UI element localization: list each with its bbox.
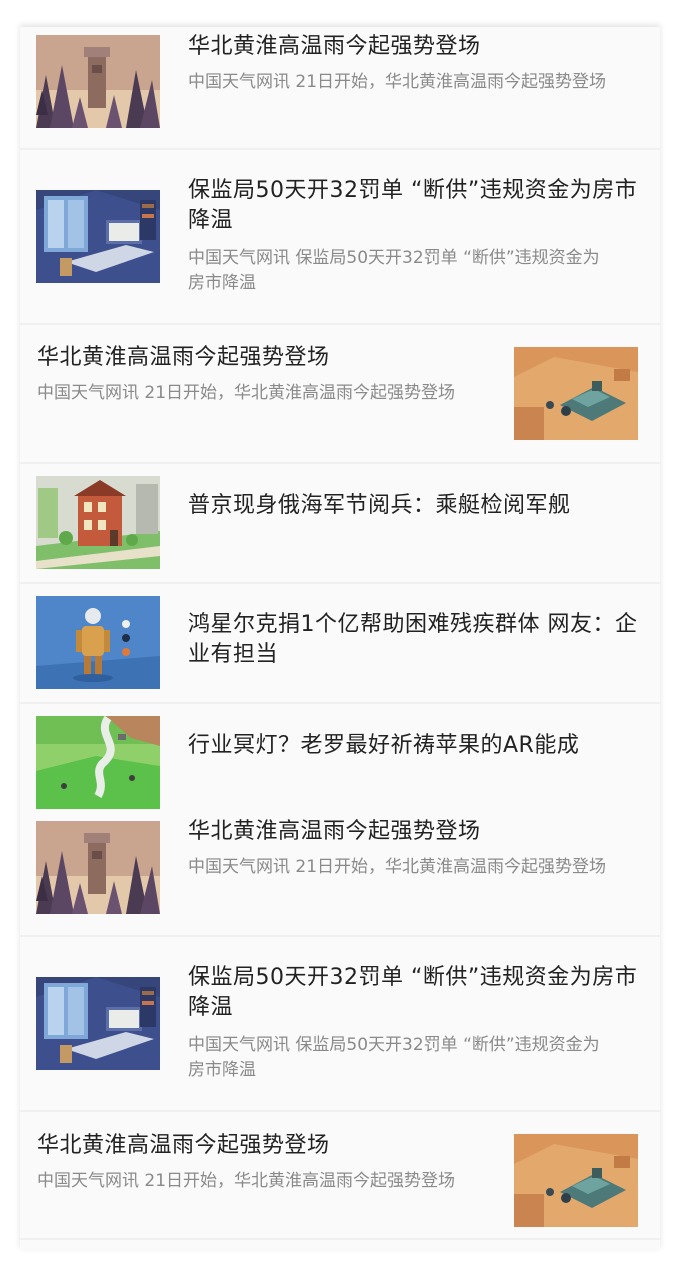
news-title: 鸿星尔克捐1个亿帮助困难残疾群体 网友：企业有担当 [188, 612, 638, 667]
news-title: 华北黄淮高温雨今起强势登场 [188, 819, 481, 844]
green-hills-tornado-image [36, 716, 160, 809]
forest-tower-image [36, 35, 160, 128]
news-feed[interactable]: 华北黄淮高温雨今起强势登场 中国天气网讯 21日开始，华北黄淮高温雨今起强势登场… [20, 27, 660, 1250]
list-item[interactable]: 行业冥灯？老罗最好祈祷苹果的AR能成 [20, 704, 660, 812]
isometric-room-image [36, 190, 160, 283]
desert-tank-image [514, 347, 638, 440]
list-item[interactable]: 华北黄淮高温雨今起强势登场 中国天气网讯 21日开始，华北黄淮高温雨今起强势登场 [20, 812, 660, 935]
list-item[interactable]: 普京现身俄海军节阅兵：乘艇检阅军舰 [20, 464, 660, 582]
list-item[interactable]: 华北黄淮高温雨今起强势登场 中国天气网讯 21日开始，华北黄淮高温雨今起强势登场 [20, 1112, 660, 1238]
news-title: 保监局50天开32罚单 “断供”违规资金为房市降温 [188, 965, 638, 1020]
forest-tower-image [36, 821, 160, 914]
city-house-image [36, 476, 160, 569]
list-item[interactable]: 华北黄淮高温雨今起强势登场 中国天气网讯 21日开始，华北黄淮高温雨今起强势登场 [20, 325, 660, 462]
news-summary: 中国天气网讯 保监局50天开32罚单 “断供”违规资金为房市降温 [188, 1035, 600, 1080]
news-summary: 中国天气网讯 保监局50天开32罚单 “断供”违规资金为房市降温 [188, 248, 600, 293]
news-title: 行业冥灯？老罗最好祈祷苹果的AR能成 [188, 733, 580, 758]
news-title: 普京现身俄海军节阅兵：乘艇检阅军舰 [188, 493, 571, 518]
robot-figure-image [36, 596, 160, 689]
news-summary: 中国天气网讯 21日开始，华北黄淮高温雨今起强势登场 [37, 1171, 456, 1191]
news-title: 华北黄淮高温雨今起强势登场 [37, 345, 330, 370]
news-title: 华北黄淮高温雨今起强势登场 [37, 1133, 330, 1158]
isometric-room-image [36, 977, 160, 1070]
desert-tank-image [514, 1134, 638, 1227]
news-summary: 中国天气网讯 21日开始，华北黄淮高温雨今起强势登场 [188, 72, 607, 92]
list-item[interactable]: 鸿星尔克捐1个亿帮助困难残疾群体 网友：企业有担当 [20, 584, 660, 702]
news-title: 华北黄淮高温雨今起强势登场 [188, 34, 481, 59]
list-item[interactable]: 保监局50天开32罚单 “断供”违规资金为房市降温 中国天气网讯 保监局50天开… [20, 150, 660, 323]
divider [20, 1238, 660, 1240]
list-item[interactable]: 保监局50天开32罚单 “断供”违规资金为房市降温 中国天气网讯 保监局50天开… [20, 937, 660, 1110]
news-title: 保监局50天开32罚单 “断供”违规资金为房市降温 [188, 178, 638, 233]
news-summary: 中国天气网讯 21日开始，华北黄淮高温雨今起强势登场 [37, 383, 456, 403]
list-item[interactable]: 华北黄淮高温雨今起强势登场 中国天气网讯 21日开始，华北黄淮高温雨今起强势登场 [20, 27, 660, 148]
news-summary: 中国天气网讯 21日开始，华北黄淮高温雨今起强势登场 [188, 857, 607, 877]
